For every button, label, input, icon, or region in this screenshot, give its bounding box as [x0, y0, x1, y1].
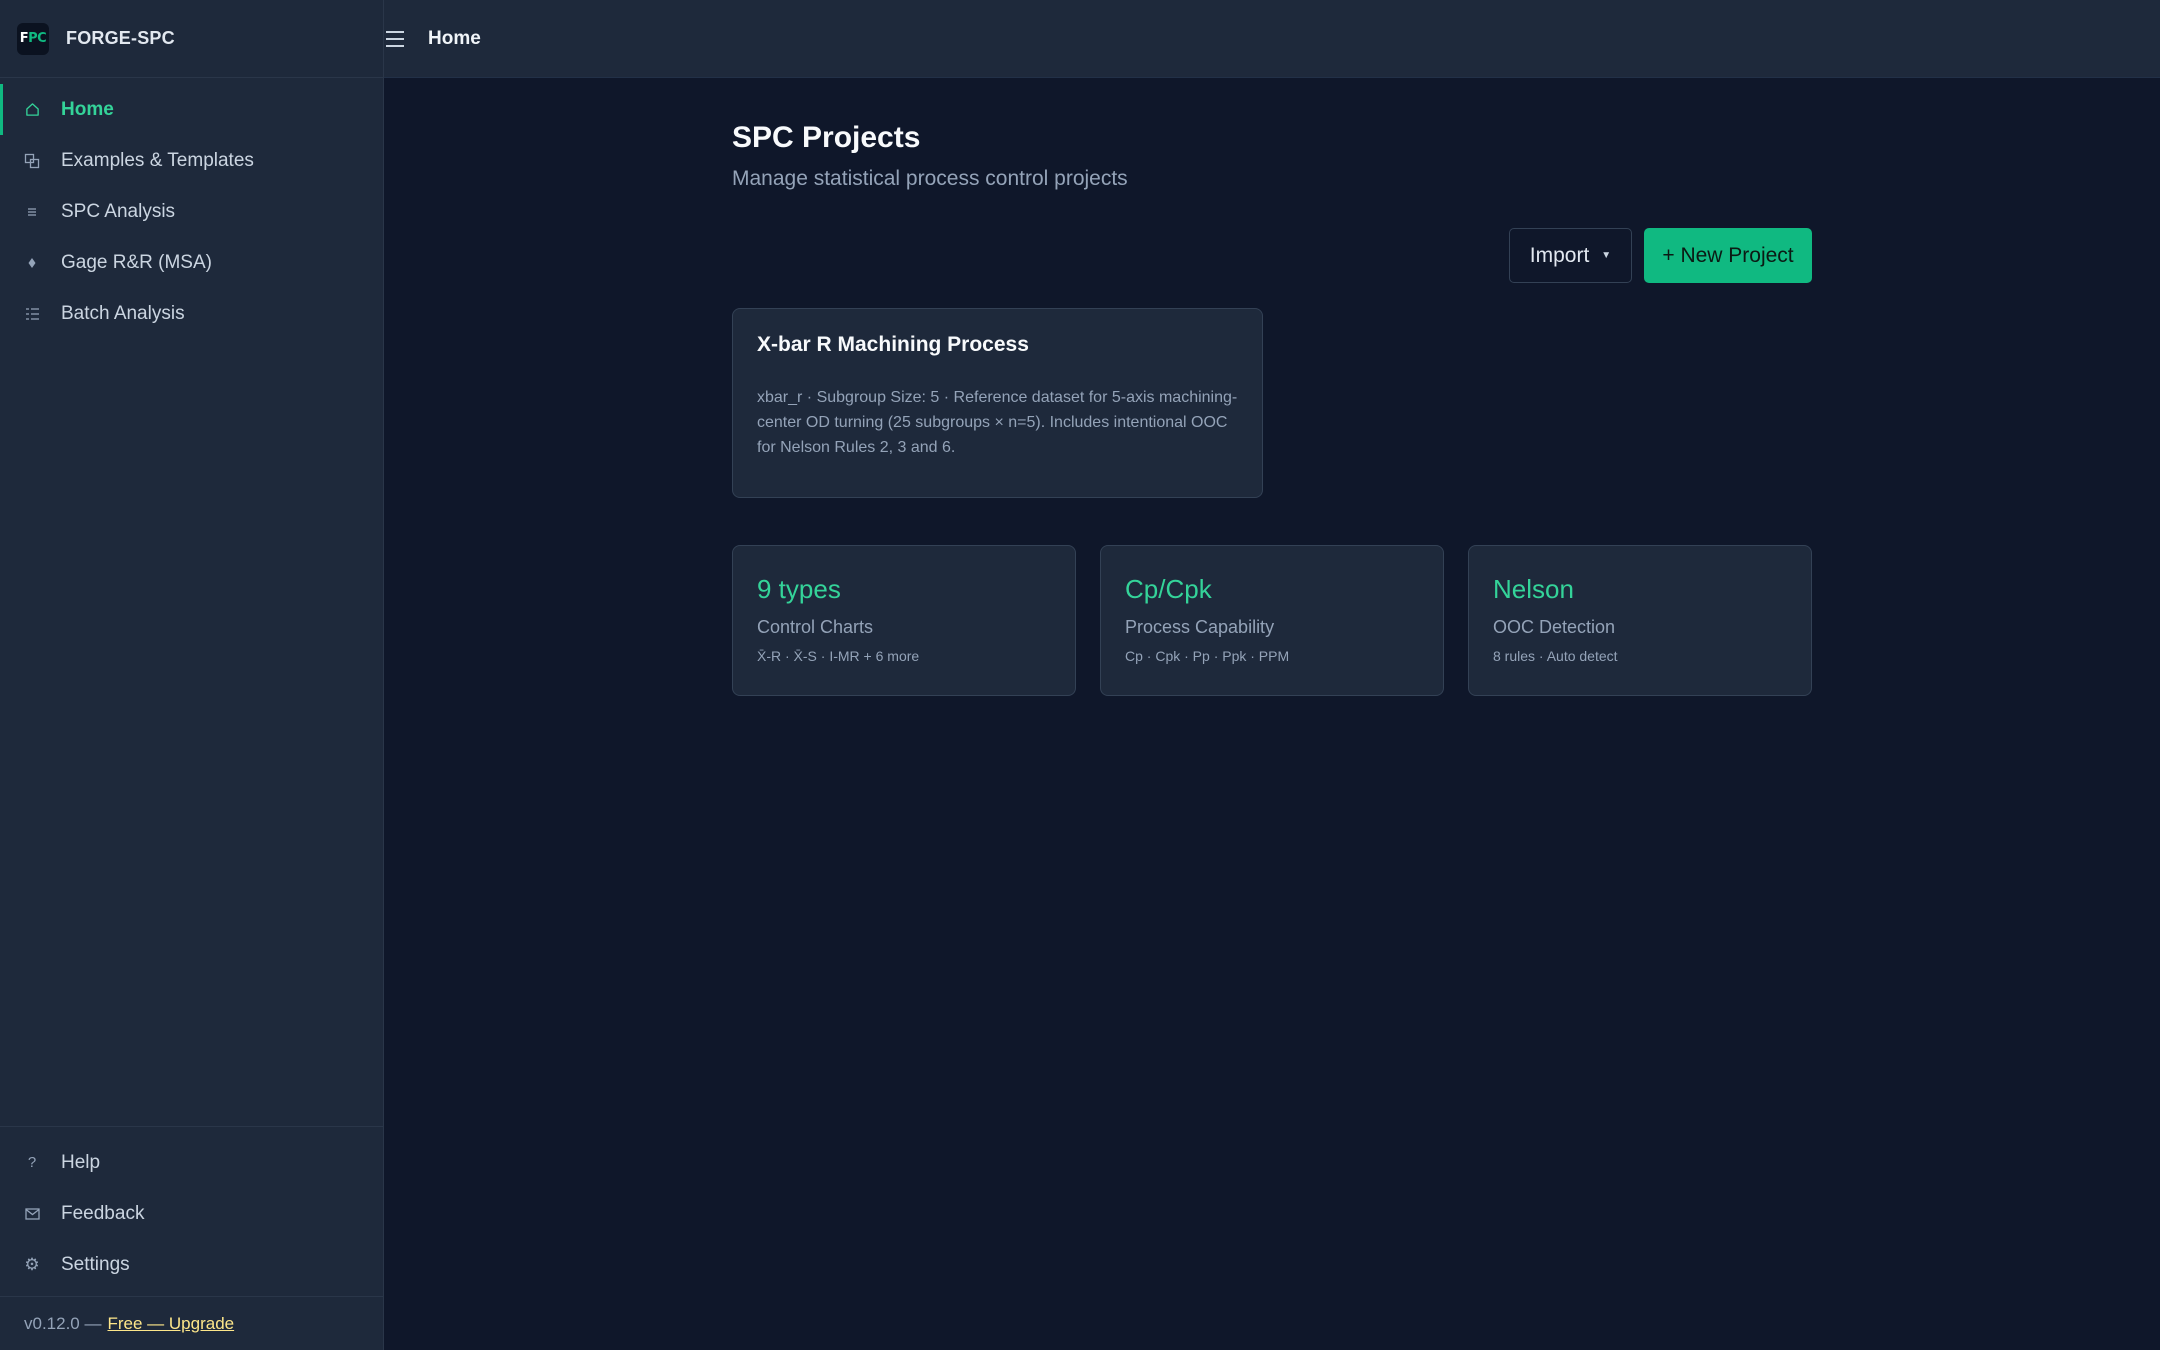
- logo-letters-pc: PC: [28, 31, 47, 46]
- sidebar-item-label: SPC Analysis: [61, 200, 176, 222]
- sidebar-item-help[interactable]: ? Help: [0, 1137, 383, 1188]
- page-breadcrumb: Home: [428, 27, 481, 49]
- logo-letter-f: F: [19, 31, 29, 46]
- feature-stats: 9 types Control Charts X̄-R · X̄-S · I-M…: [732, 545, 1812, 696]
- app-logo: F PC: [17, 22, 49, 55]
- project-actions: Import ▼ + New Project: [1509, 228, 1812, 283]
- sidebar-item-home[interactable]: Home: [0, 84, 383, 135]
- templates-icon: [24, 153, 40, 169]
- main-content: SPC Projects Manage statistical process …: [732, 78, 1812, 696]
- version-text: v0.12.0 —: [24, 1313, 102, 1333]
- sidebar-item-label: Help: [61, 1151, 101, 1173]
- sidebar-item-gage-rr[interactable]: Gage R&R (MSA): [0, 237, 383, 288]
- stat-value: Cp/Cpk: [1125, 574, 1212, 604]
- sidebar-item-feedback[interactable]: Feedback: [0, 1188, 383, 1239]
- new-project-button[interactable]: + New Project: [1644, 228, 1812, 283]
- home-icon: [24, 102, 40, 118]
- mail-icon: [24, 1206, 40, 1222]
- sidebar-item-label: Examples & Templates: [61, 149, 254, 171]
- hamburger-menu-icon[interactable]: [386, 30, 408, 48]
- import-dropdown-button[interactable]: Import ▼: [1509, 228, 1632, 283]
- top-bar: Home: [384, 0, 2160, 78]
- diamond-icon: [24, 255, 40, 271]
- stat-label: Process Capability: [1125, 617, 1275, 637]
- sidebar-item-settings[interactable]: ⚙ Settings: [0, 1239, 383, 1290]
- stat-detail: 8 rules · Auto detect: [1493, 648, 1618, 664]
- sidebar-item-label: Settings: [61, 1253, 130, 1275]
- import-label: Import: [1529, 243, 1590, 267]
- caret-down-icon: ▼: [1601, 250, 1612, 261]
- upgrade-link[interactable]: Free — Upgrade: [108, 1314, 235, 1334]
- version-info: v0.12.0 — Free — Upgrade: [0, 1296, 383, 1350]
- project-card[interactable]: X-bar R Machining Process xbar_r · Subgr…: [732, 308, 1263, 498]
- sidebar-item-batch-analysis[interactable]: Batch Analysis: [0, 288, 383, 339]
- stat-card-process-capability: Cp/Cpk Process Capability Cp · Cpk · Pp …: [1100, 545, 1444, 696]
- sidebar-item-label: Gage R&R (MSA): [61, 251, 212, 273]
- page-title: SPC Projects: [732, 121, 921, 154]
- sidebar-nav: Home Examples & Templates SPC Analysis G…: [0, 78, 383, 339]
- page-subtitle: Manage statistical process control proje…: [732, 167, 1128, 190]
- list-icon: [24, 204, 40, 220]
- stat-detail: Cp · Cpk · Pp · Ppk · PPM: [1125, 648, 1290, 664]
- stat-value: Nelson: [1493, 574, 1574, 604]
- batch-list-icon: [24, 306, 40, 322]
- stat-value: 9 types: [757, 574, 841, 604]
- stat-card-control-charts: 9 types Control Charts X̄-R · X̄-S · I-M…: [732, 545, 1076, 696]
- app-name: FORGE-SPC: [66, 28, 175, 48]
- sidebar-item-label: Batch Analysis: [61, 302, 185, 324]
- stat-card-ooc-detection: Nelson OOC Detection 8 rules · Auto dete…: [1468, 545, 1812, 696]
- gear-icon: ⚙: [24, 1254, 40, 1274]
- stat-label: OOC Detection: [1493, 617, 1616, 637]
- sidebar-item-label: Home: [61, 98, 114, 120]
- project-title: X-bar R Machining Process: [757, 333, 1029, 356]
- project-description: xbar_r · Subgroup Size: 5 · Reference da…: [757, 389, 1238, 456]
- sidebar-footer: ? Help Feedback ⚙ Settings v0.12.0 — Fre…: [0, 1126, 383, 1350]
- sidebar-item-examples-templates[interactable]: Examples & Templates: [0, 135, 383, 186]
- sidebar-item-label: Feedback: [61, 1202, 145, 1224]
- sidebar: FPC FORGE-SPC Home Examples & Templates: [0, 0, 384, 1350]
- sidebar-item-spc-analysis[interactable]: SPC Analysis: [0, 186, 383, 237]
- app-window: FPC FORGE-SPC Home Examples & Templates: [0, 0, 2160, 1350]
- sidebar-bottom-links: ? Help Feedback ⚙ Settings: [0, 1126, 383, 1296]
- stat-label: Control Charts: [757, 617, 874, 637]
- stat-detail: X̄-R · X̄-S · I-MR + 6 more: [757, 648, 920, 664]
- help-icon: ?: [27, 1154, 37, 1171]
- brand: F PC FORGE-SPC: [0, 0, 383, 78]
